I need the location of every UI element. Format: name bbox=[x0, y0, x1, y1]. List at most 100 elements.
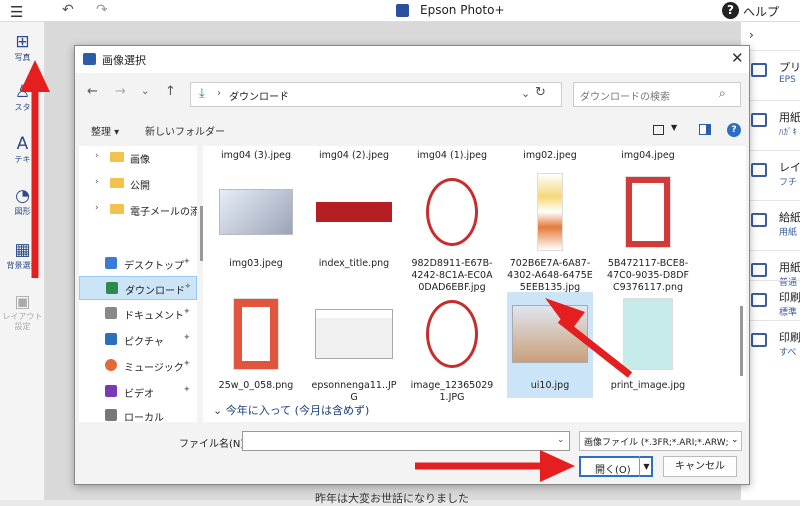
document-icon bbox=[105, 307, 117, 319]
file-item[interactable]: img04 (1).jpeg bbox=[409, 146, 495, 166]
search-placeholder: ダウンロードの検索 bbox=[580, 92, 670, 103]
search-input[interactable]: ダウンロードの検索 ⌕ bbox=[573, 82, 741, 107]
chevron-right-icon[interactable]: › bbox=[95, 151, 99, 161]
file-item-selected[interactable]: ui10.jpg bbox=[507, 292, 593, 398]
tool-text-label: テキ bbox=[14, 155, 31, 164]
open-dropdown-icon[interactable]: ▼ bbox=[639, 456, 653, 477]
file-item[interactable]: img04 (2).jpeg bbox=[311, 146, 397, 166]
file-name: 702B6E7A-6A87-4302-A648-6475E5EEB135.jpg bbox=[507, 258, 593, 293]
group-header[interactable]: ⌄ 今年に入って (今月は含めず) bbox=[213, 402, 369, 418]
back-icon[interactable]: ← bbox=[87, 84, 98, 99]
nav-quick-pictures[interactable]: ピクチャ ✦ bbox=[79, 328, 197, 352]
file-item[interactable]: index_title.png bbox=[311, 170, 397, 290]
setting-value: 用紙 bbox=[779, 228, 798, 238]
forward-icon: → bbox=[115, 84, 126, 99]
tool-photo[interactable]: ⊞ 写真 bbox=[0, 32, 45, 63]
view-icon[interactable] bbox=[653, 125, 664, 135]
help-icon[interactable]: ? bbox=[727, 123, 741, 137]
chevron-down-icon: ⌄ bbox=[731, 435, 739, 445]
file-name: img04 (3).jpeg bbox=[220, 150, 292, 161]
help-link[interactable]: ヘルプ bbox=[743, 3, 779, 20]
menu-icon[interactable]: ☰ bbox=[10, 3, 23, 21]
new-folder-button[interactable]: 新しいフォルダー bbox=[145, 123, 225, 138]
file-name: img04.jpeg bbox=[621, 150, 675, 161]
file-thumbnail bbox=[311, 292, 397, 376]
help-icon[interactable]: ? bbox=[722, 2, 739, 19]
file-item[interactable]: img03.jpeg bbox=[213, 170, 299, 290]
file-item[interactable]: 25w_0_058.png bbox=[213, 292, 299, 398]
chevron-down-icon[interactable]: ⌄ bbox=[557, 435, 565, 445]
tool-text[interactable]: A テキ bbox=[0, 134, 45, 165]
file-thumbnail bbox=[507, 292, 593, 376]
file-item[interactable]: img04 (3).jpeg bbox=[213, 146, 299, 166]
file-item[interactable]: 702B6E7A-6A87-4302-A648-6475E5EEB135.jpg bbox=[507, 170, 593, 293]
layout-icon bbox=[751, 163, 767, 177]
feed-icon bbox=[751, 213, 767, 227]
file-item[interactable]: image_123650291.JPG bbox=[409, 292, 495, 403]
tool-shape[interactable]: ◔ 図形 bbox=[0, 186, 45, 217]
nav-quick-videos[interactable]: ビデオ ✦ bbox=[79, 380, 197, 404]
drive-icon bbox=[105, 409, 117, 421]
file-item[interactable]: 5B472117-BCE8-47C0-9035-D8DFC9376117.png bbox=[605, 170, 691, 293]
dialog-icon bbox=[83, 53, 96, 65]
nav-quick-label: ビデオ bbox=[124, 389, 154, 400]
file-item[interactable]: img04.jpeg bbox=[605, 146, 691, 166]
setting-title: 用紙 bbox=[779, 111, 800, 124]
organize-button[interactable]: 整理 ▾ bbox=[91, 123, 119, 138]
file-name: ui10.jpg bbox=[530, 380, 570, 391]
title-bar: ☰ ↶ ↷ Epson Photo+ ? ヘルプ bbox=[0, 0, 800, 22]
nav-quick-local[interactable]: ローカル bbox=[79, 404, 197, 422]
file-list-scrollbar[interactable] bbox=[740, 306, 743, 376]
nav-quick-desktop[interactable]: デスクトップ ✦ bbox=[79, 252, 197, 276]
cancel-button[interactable]: キャンセル bbox=[663, 456, 737, 477]
file-name: epsonnenga11..JPG bbox=[311, 380, 397, 403]
redo-icon[interactable]: ↷ bbox=[96, 2, 108, 18]
tool-stamp-label: スタ bbox=[14, 103, 31, 112]
chevron-down-icon[interactable]: ▼ bbox=[671, 123, 677, 132]
undo-icon[interactable]: ↶ bbox=[62, 2, 74, 18]
file-name: img04 (2).jpeg bbox=[318, 150, 390, 161]
nav-quick-documents[interactable]: ドキュメント ✦ bbox=[79, 302, 197, 326]
nav-folder[interactable]: › 公開 bbox=[79, 172, 197, 196]
command-bar: 整理 ▾ 新しいフォルダー ▼ ? bbox=[75, 118, 749, 142]
stamp-icon: ♙ bbox=[14, 82, 31, 102]
chevron-down-icon[interactable]: ⌄ bbox=[521, 87, 530, 100]
nav-folder[interactable]: › 画像 bbox=[79, 146, 197, 170]
nav-quick-label: ミュージック bbox=[124, 363, 184, 374]
chevron-right-icon[interactable]: › bbox=[95, 177, 99, 187]
close-icon[interactable]: ✕ bbox=[731, 49, 744, 67]
dialog-title: 画像選択 bbox=[102, 54, 146, 67]
address-path[interactable]: ダウンロード bbox=[229, 88, 289, 103]
music-icon bbox=[105, 359, 117, 371]
up-icon[interactable]: ↑ bbox=[165, 84, 176, 99]
file-item[interactable]: epsonnenga11..JPG bbox=[311, 292, 397, 403]
nav-folder-label: 画像 bbox=[130, 155, 150, 166]
nav-folder[interactable]: › 電子メールの添付 bbox=[79, 198, 197, 222]
file-item[interactable]: img02.jpeg bbox=[507, 146, 593, 166]
file-name: img04 (1).jpeg bbox=[416, 150, 488, 161]
setting-title: 用紙 bbox=[779, 261, 800, 274]
collapse-icon[interactable]: › bbox=[749, 28, 754, 42]
path-separator-icon: › bbox=[283, 88, 287, 99]
recent-chevron-icon[interactable]: ⌄ bbox=[141, 86, 149, 97]
text-icon: A bbox=[16, 134, 29, 154]
preview-pane-icon[interactable] bbox=[699, 124, 711, 135]
refresh-icon[interactable]: ↻ bbox=[535, 85, 546, 100]
address-bar[interactable]: ⤓ › ダウンロード › ⌄ bbox=[190, 82, 562, 107]
nav-quick-label: ダウンロード bbox=[125, 286, 185, 297]
nav-quick-music[interactable]: ミュージック ✦ bbox=[79, 354, 197, 378]
tool-background[interactable]: ▦ 背景選択 bbox=[0, 240, 45, 271]
filetype-select[interactable]: 画像ファイル (*.3FR;*.ARI;*.ARW;* ⌄ bbox=[579, 431, 742, 451]
file-item[interactable]: print_image.jpg bbox=[605, 292, 691, 398]
open-button[interactable]: 開く(O) ▼ bbox=[579, 456, 653, 477]
chevron-right-icon[interactable]: › bbox=[95, 203, 99, 213]
nav-quick-downloads[interactable]: ダウンロード ✦ bbox=[79, 276, 197, 300]
setting-title: レイ bbox=[779, 161, 800, 174]
pin-icon: ✦ bbox=[183, 257, 191, 267]
file-thumbnail bbox=[507, 170, 593, 254]
file-name: 5B472117-BCE8-47C0-9035-D8DFC9376117.png bbox=[607, 258, 689, 293]
filename-input[interactable]: ⌄ bbox=[242, 431, 570, 451]
background-icon: ▦ bbox=[14, 240, 31, 260]
tool-stamp[interactable]: ♙ スタ bbox=[0, 82, 45, 113]
file-item[interactable]: 982D8911-E67B-4242-8C1A-EC0A0DAD6EBF.jpg bbox=[409, 170, 495, 293]
